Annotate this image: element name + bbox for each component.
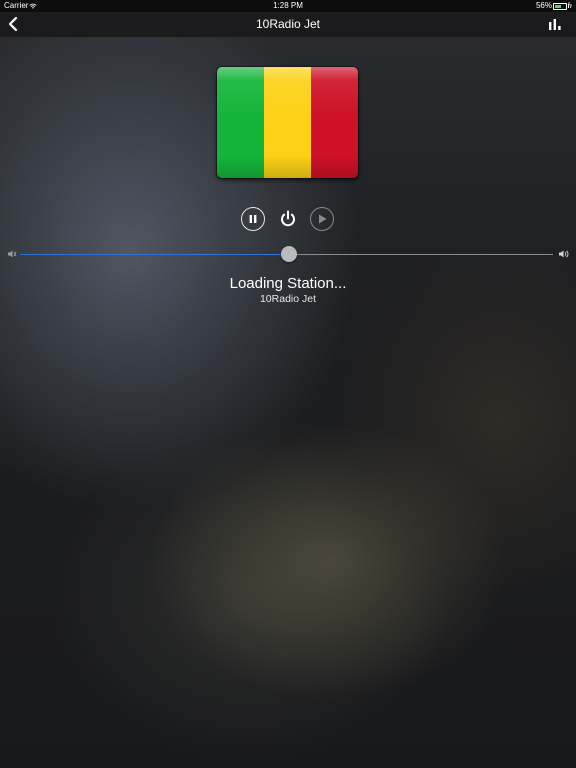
charging-bolt-icon: ϟ [567, 1, 572, 10]
navigation-bar: 10Radio Jet [0, 12, 576, 37]
volume-low-icon [8, 250, 17, 258]
station-flag-image [217, 67, 358, 178]
volume-slider-fill [20, 254, 290, 255]
battery-percent: 56% [535, 1, 552, 10]
play-button[interactable] [310, 207, 334, 231]
loading-status-text: Loading Station... [229, 275, 347, 292]
power-button[interactable] [277, 208, 299, 230]
power-icon [281, 210, 295, 227]
volume-high-icon [559, 250, 569, 258]
battery-level-fill [555, 5, 561, 8]
bar-chart-icon [549, 19, 561, 30]
status-bar: Carrier 1:28 PM 56% ϟ [0, 0, 576, 12]
volume-slider[interactable] [20, 246, 553, 262]
statistics-button[interactable] [548, 17, 562, 31]
play-icon [319, 214, 327, 224]
station-name-label: 10Radio Jet [259, 293, 317, 305]
volume-slider-thumb[interactable] [281, 246, 298, 262]
battery-icon [553, 3, 569, 10]
page-title: 10Radio Jet [255, 17, 321, 31]
clock: 1:28 PM [273, 1, 303, 10]
pause-icon [249, 215, 257, 223]
pause-button[interactable] [241, 207, 265, 231]
